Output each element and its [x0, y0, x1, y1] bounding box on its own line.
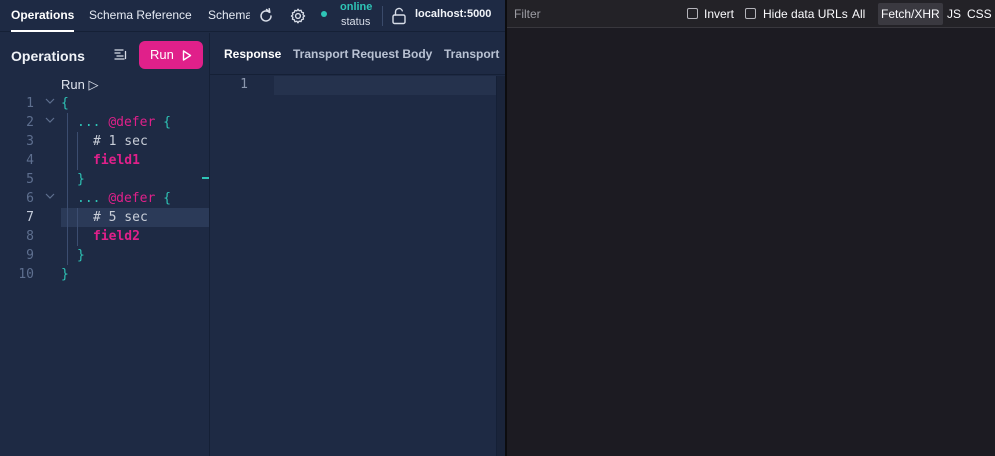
code-line: 6 ... @defer { [0, 189, 209, 208]
tab-response[interactable]: Response [224, 47, 281, 61]
line-number: 2 [26, 115, 34, 130]
code-text: } [77, 172, 85, 187]
response-scrollbar[interactable] [496, 76, 505, 456]
code-text: ... @defer { [77, 191, 171, 206]
code-text: # 1 sec [93, 134, 148, 149]
divider [382, 6, 383, 26]
code-line: 1{ [0, 94, 209, 113]
run-button[interactable]: Run [139, 41, 203, 69]
indent-guide [77, 132, 78, 170]
line-number: 9 [26, 248, 34, 263]
code-text: } [61, 267, 69, 282]
status-label: status [341, 16, 371, 28]
code-line: 10} [0, 265, 209, 284]
filter-type-css[interactable]: CSS [964, 3, 995, 25]
unlock-icon[interactable] [391, 7, 407, 25]
code-line: 2 ... @defer { [0, 113, 209, 132]
response-current-line [274, 76, 496, 95]
indent-guide [67, 113, 68, 189]
line-number: 3 [26, 134, 34, 149]
indent-guide [77, 208, 78, 246]
code-text: ... @defer { [77, 115, 171, 130]
operation-editor[interactable]: Run ▷ 1{2... @defer {3 # 1 sec 4 field1 5} 6.… [0, 75, 209, 456]
tab-transport-request-body[interactable]: Transport Request Body [293, 47, 432, 61]
response-tabs: Response Transport Request Body Transpor… [210, 33, 505, 75]
tab-schema-definition[interactable]: Schema [208, 0, 250, 32]
invert-checkbox[interactable] [687, 8, 698, 19]
filter-type-js[interactable]: JS [944, 3, 964, 25]
operations-header: Operations Run [0, 33, 210, 75]
code-line: 3 # 1 sec [0, 132, 209, 151]
code-line: 8 field2 [0, 227, 209, 246]
response-viewer[interactable]: 1 [210, 76, 496, 456]
run-codelens[interactable]: Run ▷ [61, 77, 98, 93]
code-line: 4 field1 [0, 151, 209, 170]
run-button-label: Run [150, 47, 174, 62]
line-number: 10 [18, 267, 34, 282]
refresh-icon[interactable] [257, 7, 275, 25]
top-bar: Operations Schema Reference Schema onlin… [0, 0, 505, 32]
line-number: 1 [26, 96, 34, 111]
operations-title: Operations [11, 48, 85, 64]
code-line: 5} [0, 170, 209, 189]
code-line: 9} [0, 246, 209, 265]
code-text: { [61, 96, 69, 111]
network-toolbar: Invert Hide data URLs All Fetch/XHR JS C… [507, 0, 995, 28]
line-number: 4 [26, 153, 34, 168]
fold-chevron-icon[interactable] [45, 96, 55, 106]
hide-data-urls-checkbox[interactable] [745, 8, 756, 19]
code-text: field1 [93, 153, 140, 168]
fold-chevron-icon[interactable] [45, 191, 55, 201]
fold-chevron-icon[interactable] [45, 115, 55, 125]
scroll-marker [202, 177, 209, 179]
filter-type-all[interactable]: All [849, 3, 868, 25]
line-number: 5 [26, 172, 34, 187]
line-number: 8 [26, 229, 34, 244]
tab-schema-reference[interactable]: Schema Reference [89, 0, 192, 32]
line-number: 7 [26, 210, 34, 225]
filter-input[interactable] [510, 3, 678, 25]
tab-operations[interactable]: Operations [11, 0, 75, 32]
devtools-network-panel: Invert Hide data URLs All Fetch/XHR JS C… [505, 0, 995, 456]
play-icon [182, 50, 192, 61]
graphql-ide: Operations Schema Reference Schema onlin… [0, 0, 505, 456]
gear-icon[interactable] [289, 7, 307, 25]
status-value: online [340, 1, 373, 13]
prettify-icon[interactable] [113, 47, 129, 63]
code-text: } [77, 248, 85, 263]
code-line: 7 # 5 sec [0, 208, 209, 227]
indent-guide [67, 189, 68, 265]
line-number: 6 [26, 191, 34, 206]
tab-transport[interactable]: Transport [444, 47, 499, 61]
filter-type-fetch-xhr[interactable]: Fetch/XHR [878, 3, 943, 25]
response-line-number: 1 [240, 77, 248, 92]
invert-label: Invert [704, 7, 735, 21]
endpoint-host[interactable]: localhost:5000 [415, 8, 491, 20]
code-text: # 5 sec [93, 210, 148, 225]
code-text: field2 [93, 229, 140, 244]
hide-data-urls-label: Hide data URLs [763, 7, 848, 21]
status-indicator-dot [321, 11, 327, 17]
